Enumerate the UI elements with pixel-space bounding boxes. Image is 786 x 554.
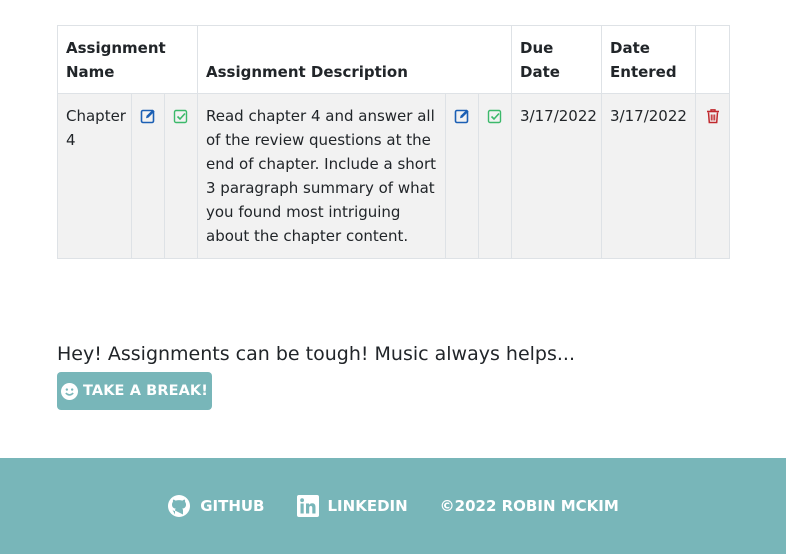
smile-icon bbox=[61, 382, 79, 400]
linkedin-icon bbox=[296, 495, 319, 517]
header-due-date: Due Date bbox=[511, 25, 603, 94]
header-assignment-description: Assignment Description bbox=[196, 25, 513, 94]
due-date-cell: 3/17/2022 bbox=[511, 93, 603, 259]
confirm-name-button[interactable] bbox=[164, 93, 198, 259]
assignment-description-cell: Read chapter 4 and answer all of the rev… bbox=[197, 93, 446, 259]
header-date-entered: Date Entered bbox=[601, 25, 697, 94]
assignments-table-wrapper: Assignment Name Assignment Description D… bbox=[57, 25, 731, 259]
github-icon bbox=[168, 495, 191, 517]
github-label: GITHUB bbox=[200, 497, 265, 515]
take-a-break-label: TAKE A BREAK! bbox=[83, 383, 208, 399]
edit-name-button[interactable] bbox=[131, 93, 165, 259]
edit-icon bbox=[454, 109, 469, 124]
delete-assignment-button[interactable] bbox=[695, 93, 731, 259]
take-a-break-button[interactable]: TAKE A BREAK! bbox=[57, 372, 212, 410]
trash-icon bbox=[706, 109, 719, 124]
confirm-description-button[interactable] bbox=[477, 93, 513, 259]
assignment-name-cell: Chapter 4 bbox=[57, 93, 132, 259]
edit-icon bbox=[140, 109, 155, 124]
date-entered-cell: 3/17/2022 bbox=[601, 93, 697, 259]
copyright-text: ©2022 ROBIN MCKIM bbox=[439, 497, 619, 515]
check-square-icon bbox=[487, 109, 502, 124]
site-footer: GITHUB LINKEDIN ©2022 ROBIN MCKIM bbox=[0, 458, 786, 554]
linkedin-link[interactable]: LINKEDIN bbox=[296, 495, 408, 517]
header-assignment-name: Assignment Name bbox=[57, 25, 198, 94]
music-prompt-text: Hey! Assignments can be tough! Music alw… bbox=[57, 343, 575, 365]
table-row: Chapter 4 Read chapter 4 and answer all … bbox=[57, 93, 731, 259]
check-square-icon bbox=[173, 109, 188, 124]
table-header-row: Assignment Name Assignment Description D… bbox=[57, 25, 731, 94]
edit-description-button[interactable] bbox=[445, 93, 479, 259]
header-actions bbox=[695, 25, 731, 94]
github-link[interactable]: GITHUB bbox=[167, 494, 265, 518]
linkedin-label: LINKEDIN bbox=[327, 497, 408, 515]
assignments-table: Assignment Name Assignment Description D… bbox=[57, 25, 731, 259]
